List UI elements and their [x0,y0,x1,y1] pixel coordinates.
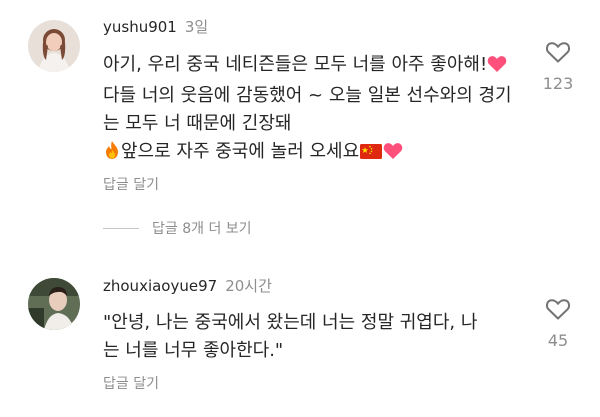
username[interactable]: zhouxiaoyue97 [103,277,217,295]
comment-text-part-2: 다들 너의 웃음에 감동했어 ~ 오늘 일본 선수와의 경기는 모두 너 때문에… [103,85,512,134]
heart-outline-icon[interactable] [545,297,571,321]
heart-emoji [383,141,403,169]
comment-text: 아기, 우리 중국 네티즌들은 모두 너를 아주 좋아해! 다들 너의 웃음에 감… [103,51,523,169]
comment-text-part-3: 앞으로 자주 중국에 놀러 오세요 [121,141,360,162]
reply-button[interactable]: 답글 달기 [103,373,159,393]
comment-text-part-1: 아기, 우리 중국 네티즌들은 모두 너를 아주 좋아해! [103,54,488,75]
comment-header: zhouxiaoyue97 20시간 [103,275,272,296]
avatar[interactable] [28,278,80,330]
like-button[interactable]: 45 [541,297,575,350]
timestamp: 20시간 [225,277,272,295]
comment-header: yushu901 3일 [103,16,208,37]
comment-text: "안녕, 나는 중국에서 왔는데 너는 정말 귀엽다, 나는 너를 너무 좋아한… [103,312,478,361]
replies-divider [103,227,139,229]
fire-emoji [103,140,121,169]
reply-button[interactable]: 답글 달기 [103,174,159,194]
heart-emoji [487,54,507,82]
avatar-photo [28,278,80,330]
timestamp: 3일 [184,18,209,36]
heart-outline-icon[interactable] [545,40,571,64]
china-flag-emoji [359,141,383,169]
like-count: 123 [542,74,574,93]
avatar-photo [28,20,80,72]
avatar[interactable] [28,20,80,72]
username[interactable]: yushu901 [103,18,177,36]
like-button[interactable]: 123 [541,40,575,93]
like-count: 45 [547,331,569,350]
view-more-replies-label[interactable]: 답글 8개 더 보기 [152,218,252,238]
view-more-replies[interactable]: 답글 8개 더 보기 [103,218,252,238]
